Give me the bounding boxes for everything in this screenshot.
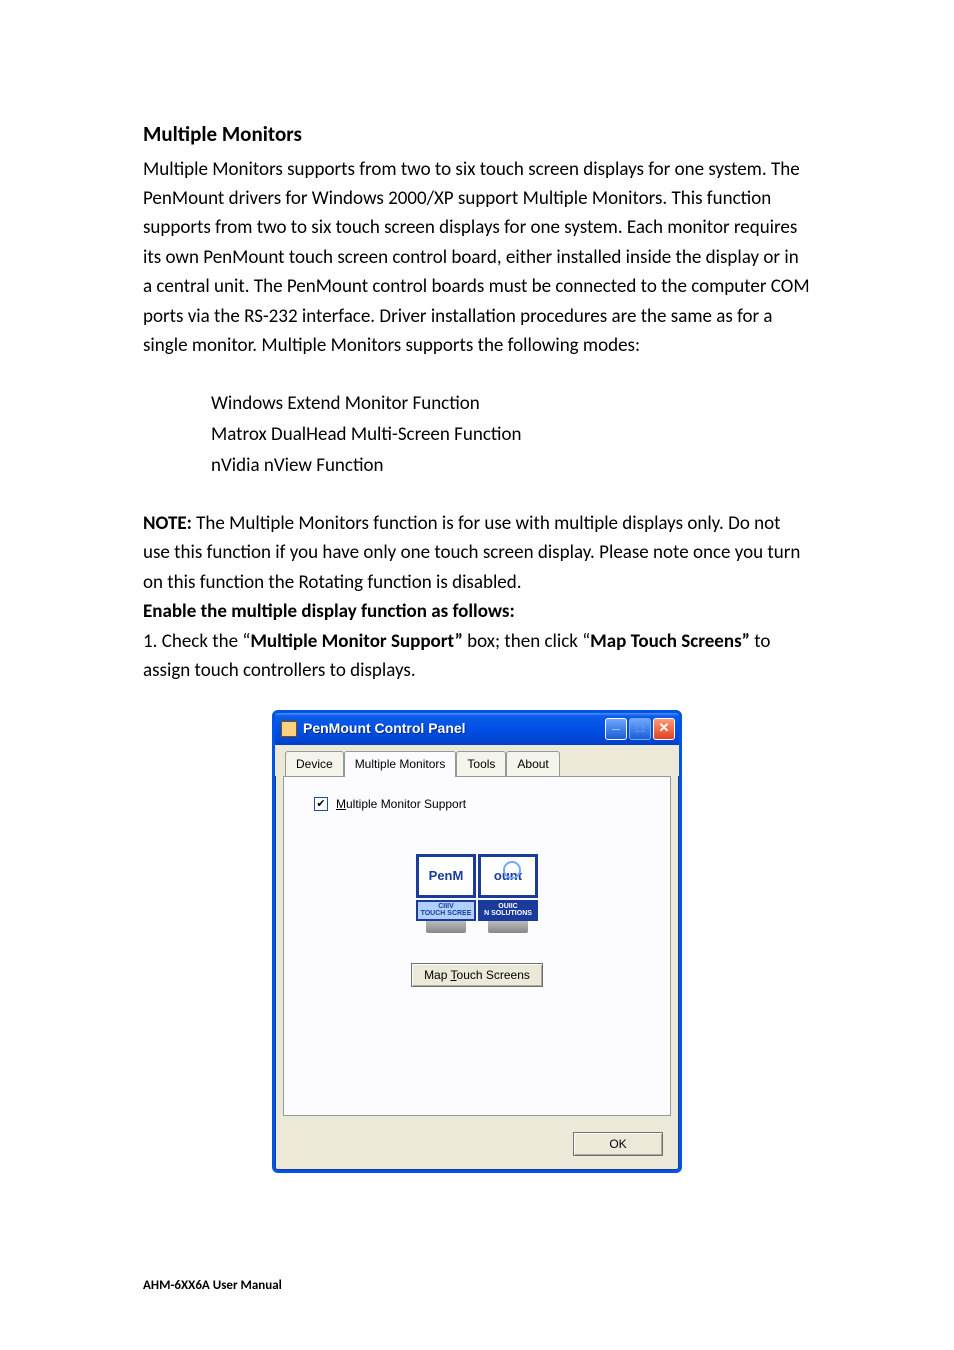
step1-pre: 1. Check the “ (143, 630, 250, 653)
tab-strip: Device Multiple Monitors Tools About (275, 745, 679, 777)
monitor-illustration: PenM CIIIV TOUCH SCREE ount OUIIC N SOLU… (284, 854, 670, 933)
note-text: The Multiple Monitors function is for us… (143, 512, 800, 594)
step-1: 1. Check the “Multiple Monitor Support” … (143, 627, 811, 686)
map-touch-screens-button[interactable]: Map Touch Screens (411, 963, 543, 987)
multiple-monitor-checkbox[interactable]: ✔ (314, 797, 328, 811)
cap-left-2: TOUCH SCREE (420, 910, 472, 918)
map-btn-pre: Map (424, 968, 450, 982)
window-controls: _ □ ✕ (605, 718, 675, 740)
tab-multiple-monitors[interactable]: Multiple Monitors (344, 751, 457, 778)
checkbox-accel: M (336, 797, 346, 811)
section-heading: Multiple Monitors (143, 118, 811, 151)
cap-left-1: CIIIV (420, 903, 472, 911)
step1-bold2: Map Touch Screens” (590, 630, 750, 653)
mode-item: Windows Extend Monitor Function (211, 389, 811, 418)
monitor-left-stand (426, 921, 466, 933)
maximize-icon: □ (636, 718, 644, 738)
titlebar[interactable]: PenMount Control Panel _ □ ✕ (275, 713, 679, 745)
monitor-right: ount OUIIC N SOLUTIONS (478, 854, 538, 933)
minimize-button[interactable]: _ (605, 718, 627, 740)
ok-button[interactable]: OK (573, 1132, 663, 1156)
note-paragraph: NOTE: The Multiple Monitors function is … (143, 509, 811, 597)
enable-heading: Enable the multiple display function as … (143, 597, 811, 626)
app-icon (281, 721, 297, 737)
page-footer: AHM-6XX6A User Manual (143, 1276, 282, 1296)
minimize-icon: _ (612, 714, 619, 734)
body-paragraph: Multiple Monitors supports from two to s… (143, 155, 811, 361)
window-title: PenMount Control Panel (303, 718, 605, 740)
mode-item: Matrox DualHead Multi-Screen Function (211, 420, 811, 449)
tab-about[interactable]: About (506, 751, 559, 777)
close-icon: ✕ (659, 718, 670, 738)
modes-list: Windows Extend Monitor Function Matrox D… (211, 389, 811, 481)
close-button[interactable]: ✕ (653, 718, 675, 740)
monitor-left: PenM CIIIV TOUCH SCREE (416, 854, 476, 933)
monitor-left-caption: CIIIV TOUCH SCREE (416, 900, 476, 921)
cap-right-1: OUIIC (482, 903, 534, 911)
checkbox-rest: ultiple Monitor Support (346, 797, 466, 811)
dialog-buttons: OK (275, 1124, 679, 1170)
cap-right-2: N SOLUTIONS (482, 910, 534, 918)
monitor-right-stand (488, 921, 528, 933)
note-label: NOTE: (143, 512, 192, 535)
checkbox-row: ✔ Multiple Monitor Support (314, 795, 670, 814)
monitor-left-screen: PenM (416, 854, 476, 898)
step1-mid: box; then click “ (463, 630, 590, 653)
mode-item: nVidia nView Function (211, 451, 811, 480)
tab-tools[interactable]: Tools (456, 751, 506, 777)
monitor-right-caption: OUIIC N SOLUTIONS (478, 900, 538, 921)
monitor-right-screen: ount (478, 854, 538, 898)
tab-device[interactable]: Device (285, 751, 344, 777)
maximize-button: □ (629, 718, 651, 740)
checkbox-label: Multiple Monitor Support (336, 795, 466, 814)
map-button-wrap: Map Touch Screens (284, 963, 670, 987)
tab-panel: ✔ Multiple Monitor Support PenM CIIIV TO… (283, 776, 671, 1116)
step1-bold1: Multiple Monitor Support” (250, 630, 463, 653)
control-panel-window: PenMount Control Panel _ □ ✕ Device Mult… (272, 710, 682, 1174)
map-btn-rest: ouch Screens (457, 968, 530, 982)
